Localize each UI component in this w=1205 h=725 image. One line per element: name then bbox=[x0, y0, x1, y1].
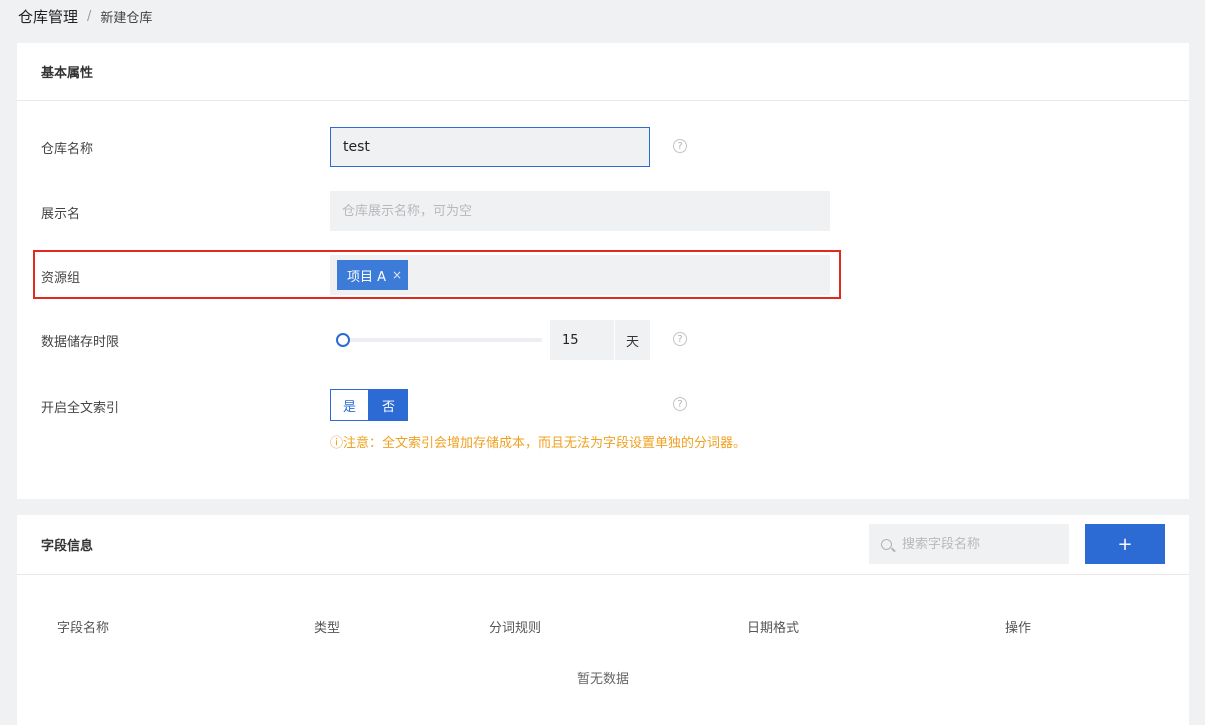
warehouse-name-input[interactable] bbox=[330, 127, 650, 167]
column-header-field-name: 字段名称 bbox=[57, 621, 110, 636]
breadcrumb-separator: / bbox=[87, 8, 92, 24]
fulltext-warning: ⓘ注意：全文索引会增加存储成本，而且无法为字段设置单独的分词器。 bbox=[330, 436, 747, 451]
resource-group-tag-label: 项目 A bbox=[347, 269, 387, 285]
tag-close-icon[interactable]: × bbox=[392, 268, 402, 282]
retention-slider-handle[interactable] bbox=[336, 333, 350, 347]
warehouse-name-label: 仓库名称 bbox=[41, 142, 94, 157]
column-header-date-format: 日期格式 bbox=[747, 621, 800, 636]
fulltext-toggle: 是 否 bbox=[330, 389, 408, 421]
column-header-actions: 操作 bbox=[1005, 621, 1032, 636]
breadcrumb-root[interactable]: 仓库管理 bbox=[18, 6, 78, 27]
display-name-input[interactable] bbox=[330, 191, 830, 231]
basic-properties-title: 基本属性 bbox=[17, 43, 1189, 101]
field-search-input[interactable] bbox=[902, 536, 1062, 552]
search-icon bbox=[881, 538, 892, 550]
empty-state: 暂无数据 bbox=[576, 672, 629, 687]
retention-label: 数据储存时限 bbox=[41, 335, 120, 350]
resource-group-tag: 项目 A × bbox=[337, 260, 409, 290]
resource-group-label: 资源组 bbox=[41, 271, 81, 286]
column-header-type: 类型 bbox=[314, 621, 341, 636]
field-info-card: 字段信息 + 字段名称 类型 分词规则 日期格式 操作 暂无数据 bbox=[17, 515, 1189, 725]
column-header-tokenizer: 分词规则 bbox=[489, 621, 542, 636]
retention-help-icon[interactable]: ? bbox=[673, 332, 687, 346]
retention-unit: 天 bbox=[614, 320, 650, 360]
fulltext-label: 开启全文索引 bbox=[41, 401, 120, 416]
breadcrumb-current: 新建仓库 bbox=[100, 10, 153, 26]
display-name-label: 展示名 bbox=[41, 207, 81, 222]
fulltext-yes-button[interactable]: 是 bbox=[330, 389, 369, 421]
add-field-button[interactable]: + bbox=[1085, 524, 1165, 564]
fulltext-help-icon[interactable]: ? bbox=[673, 397, 687, 411]
fulltext-no-button[interactable]: 否 bbox=[369, 389, 408, 421]
retention-slider-track[interactable] bbox=[337, 338, 542, 342]
breadcrumb: 仓库管理 / 新建仓库 bbox=[18, 6, 152, 26]
field-search bbox=[869, 524, 1069, 564]
warehouse-name-help-icon[interactable]: ? bbox=[673, 139, 687, 153]
basic-properties-card: 基本属性 仓库名称 ? 展示名 资源组 项目 A × 数据储存时限 天 ? 开启… bbox=[17, 43, 1189, 499]
retention-number-input[interactable] bbox=[550, 320, 614, 360]
resource-group-select[interactable]: 项目 A × bbox=[330, 255, 830, 295]
